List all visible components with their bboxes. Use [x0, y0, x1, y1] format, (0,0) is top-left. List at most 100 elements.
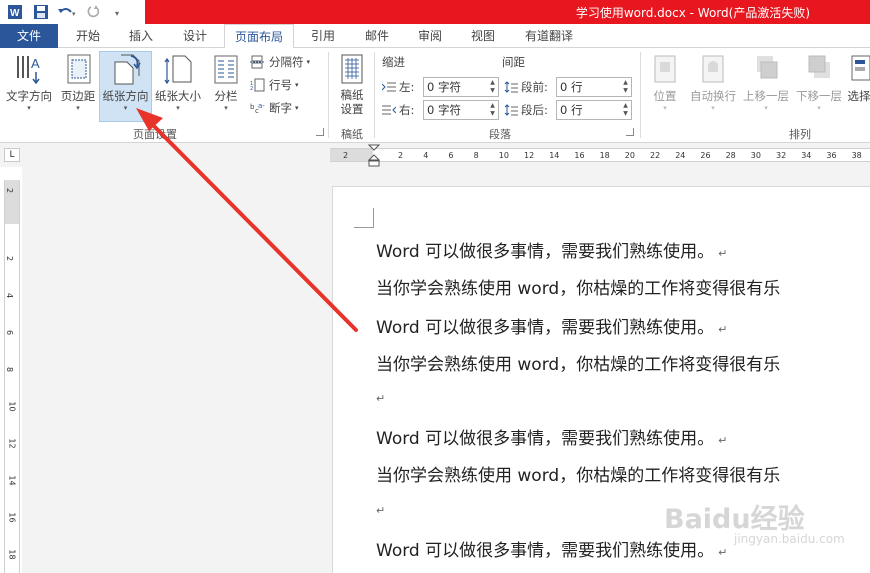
- ruler-tick-label: 36: [826, 151, 837, 160]
- svg-text:a-: a-: [258, 102, 265, 110]
- spin-arrows-icon[interactable]: ▲ ▼: [621, 79, 630, 95]
- ribbon-tab-row: 文件 开始 插入 设计 页面布局 引用 邮件 审阅 视图 有道翻译: [0, 24, 870, 49]
- redo-icon[interactable]: [82, 1, 104, 23]
- draft-paper-button[interactable]: 稿纸 设置: [334, 52, 370, 116]
- selection-pane-icon: [851, 55, 870, 81]
- paragraph-mark-icon: ↵: [718, 323, 728, 336]
- tab-view[interactable]: 视图: [456, 24, 510, 48]
- chevron-down-icon: ▾: [711, 104, 715, 112]
- document-line[interactable]: Word 可以做很多事情，需要我们熟练使用。 ↵: [376, 313, 727, 338]
- ruler-tick-label: 38: [851, 151, 862, 160]
- tab-design[interactable]: 设计: [168, 24, 222, 48]
- hyphenation-label: 断字: [269, 101, 292, 115]
- columns-button[interactable]: 分栏 ▾: [208, 52, 244, 112]
- spacing-before-icon: [504, 81, 518, 93]
- customize-qat-icon[interactable]: ▾: [108, 1, 130, 23]
- ruler-tick-label: 18: [7, 549, 17, 560]
- bring-forward-label: 上移一层: [743, 89, 789, 103]
- document-line[interactable]: 当你学会熟练使用 word，你枯燥的工作将变得很有乐: [376, 350, 780, 375]
- ruler-tick-label: 16: [574, 151, 585, 160]
- tab-insert[interactable]: 插入: [114, 24, 168, 48]
- ruler-tick-label: 32: [776, 151, 787, 160]
- wrap-text-icon: [702, 55, 724, 83]
- horizontal-ruler[interactable]: 2 2 4 6 8 10 12 14 16 18 20 22 24 26 28 30 32 34 36 38: [330, 144, 870, 167]
- text-direction-button[interactable]: A 文字方向 ▾: [4, 52, 54, 112]
- send-backward-label: 下移一层: [796, 89, 842, 103]
- tab-file[interactable]: 文件: [0, 24, 58, 48]
- document-line[interactable]: 当你学会熟练使用 word，你枯燥的工作将变得很有乐: [376, 274, 780, 299]
- ruler-margin-area: [330, 149, 373, 161]
- tab-selector[interactable]: L: [4, 148, 20, 162]
- ruler-tick-label: 14: [549, 151, 560, 160]
- margins-button[interactable]: 页边距 ▾: [56, 52, 100, 112]
- tab-youdao[interactable]: 有道翻译: [512, 24, 586, 48]
- save-icon[interactable]: [30, 1, 52, 23]
- tab-review[interactable]: 审阅: [404, 24, 456, 48]
- draft-paper-label: 稿纸 设置: [340, 88, 364, 116]
- ruler-tick-label: 22: [650, 151, 661, 160]
- page-setup-group-label: 页面设置: [133, 128, 177, 141]
- tab-references[interactable]: 引用: [296, 24, 350, 48]
- tab-mailings[interactable]: 邮件: [350, 24, 404, 48]
- send-backward-button[interactable]: 下移一层 ▾: [794, 52, 844, 112]
- hyphenation-icon: b ca-: [250, 102, 265, 115]
- paragraph-launcher-icon[interactable]: [626, 128, 634, 136]
- indent-right-input[interactable]: 0 字符 ▲ ▼: [423, 100, 499, 120]
- vertical-ruler[interactable]: 2 2 4 6 8 10 12 14 16 18: [4, 180, 20, 573]
- document-line[interactable]: Word 可以做很多事情，需要我们熟练使用。 ↵: [376, 424, 727, 449]
- indent-header: 缩进: [382, 55, 405, 69]
- breaks-button[interactable]: 分隔符 ▾: [250, 54, 310, 70]
- hyphenation-button[interactable]: b c a- 断字 ▾: [250, 100, 299, 116]
- orientation-label: 纸张方向: [102, 89, 149, 103]
- chevron-down-icon: ▾: [306, 58, 311, 66]
- spin-arrows-icon[interactable]: ▲ ▼: [488, 79, 497, 95]
- indent-marker-icon[interactable]: [368, 144, 380, 168]
- ruler-tick-label: 16: [7, 512, 17, 523]
- send-backward-icon: [808, 55, 830, 78]
- wrap-text-button[interactable]: 自动换行 ▾: [686, 52, 740, 112]
- document-line[interactable]: 当你学会熟练使用 word，你枯燥的工作将变得很有乐: [376, 461, 780, 486]
- ruler-bar: L 2 2 4 6 8 10 12 14 16 18 20 22 24 26 28 30 32 34 36 38: [0, 143, 870, 167]
- ruler-tick-label: 2: [5, 255, 15, 262]
- chevron-down-icon: ▾: [295, 104, 299, 112]
- ruler-tick-label: 24: [675, 151, 686, 160]
- spin-arrows-icon[interactable]: ▲ ▼: [621, 102, 630, 118]
- text-direction-icon: A: [17, 56, 40, 85]
- paper-size-icon: [164, 55, 192, 85]
- line-numbers-button[interactable]: 12 行号 ▾: [250, 77, 299, 93]
- size-button[interactable]: 纸张大小 ▾: [153, 52, 203, 112]
- chevron-down-icon: ▾: [295, 81, 299, 89]
- tab-home[interactable]: 开始: [62, 24, 114, 48]
- undo-icon[interactable]: ▾: [56, 1, 78, 23]
- ruler-tick-label: 4: [423, 151, 429, 160]
- indent-left-input[interactable]: 0 字符 ▲ ▼: [423, 77, 499, 97]
- title-bar: W ▾ ▾ 学习使用word.docx - Word(产品激活失败): [0, 0, 870, 24]
- document-line[interactable]: Word 可以做很多事情，需要我们熟练使用。 ↵: [376, 237, 727, 262]
- page-setup-launcher-icon[interactable]: [316, 128, 324, 136]
- word-app-icon[interactable]: W: [4, 1, 26, 23]
- svg-text:▾: ▾: [115, 9, 119, 18]
- spacing-before-input[interactable]: 0 行 ▲ ▼: [556, 77, 632, 97]
- spacing-after-icon: [504, 104, 518, 116]
- arrange-group-label: 排列: [789, 128, 811, 141]
- bring-forward-button[interactable]: 上移一层 ▾: [740, 52, 792, 112]
- chevron-down-icon: ▾: [27, 104, 31, 112]
- paragraph-mark-icon: ↵: [718, 434, 728, 447]
- draft-group-label: 稿纸: [341, 128, 363, 141]
- group-divider: [640, 52, 641, 138]
- position-label: 位置: [653, 89, 677, 103]
- paragraph-mark-icon: ↵: [718, 546, 728, 559]
- svg-text:W: W: [10, 8, 20, 19]
- spacing-after-input[interactable]: 0 行 ▲ ▼: [556, 100, 632, 120]
- chevron-down-icon: ▾: [224, 104, 228, 112]
- ruler-tick-label: 18: [599, 151, 610, 160]
- spin-arrows-icon[interactable]: ▲ ▼: [488, 102, 497, 118]
- position-button[interactable]: 位置 ▾: [646, 52, 684, 112]
- selection-pane-button[interactable]: 选择: [844, 52, 870, 104]
- ruler-tick-label: 2: [343, 151, 349, 160]
- position-icon: [654, 55, 676, 83]
- ruler-tick-label: 34: [801, 151, 812, 160]
- orientation-button[interactable]: 纸张方向 ▾: [99, 51, 152, 122]
- spacing-header: 间距: [502, 55, 525, 69]
- tab-page-layout[interactable]: 页面布局: [224, 24, 294, 49]
